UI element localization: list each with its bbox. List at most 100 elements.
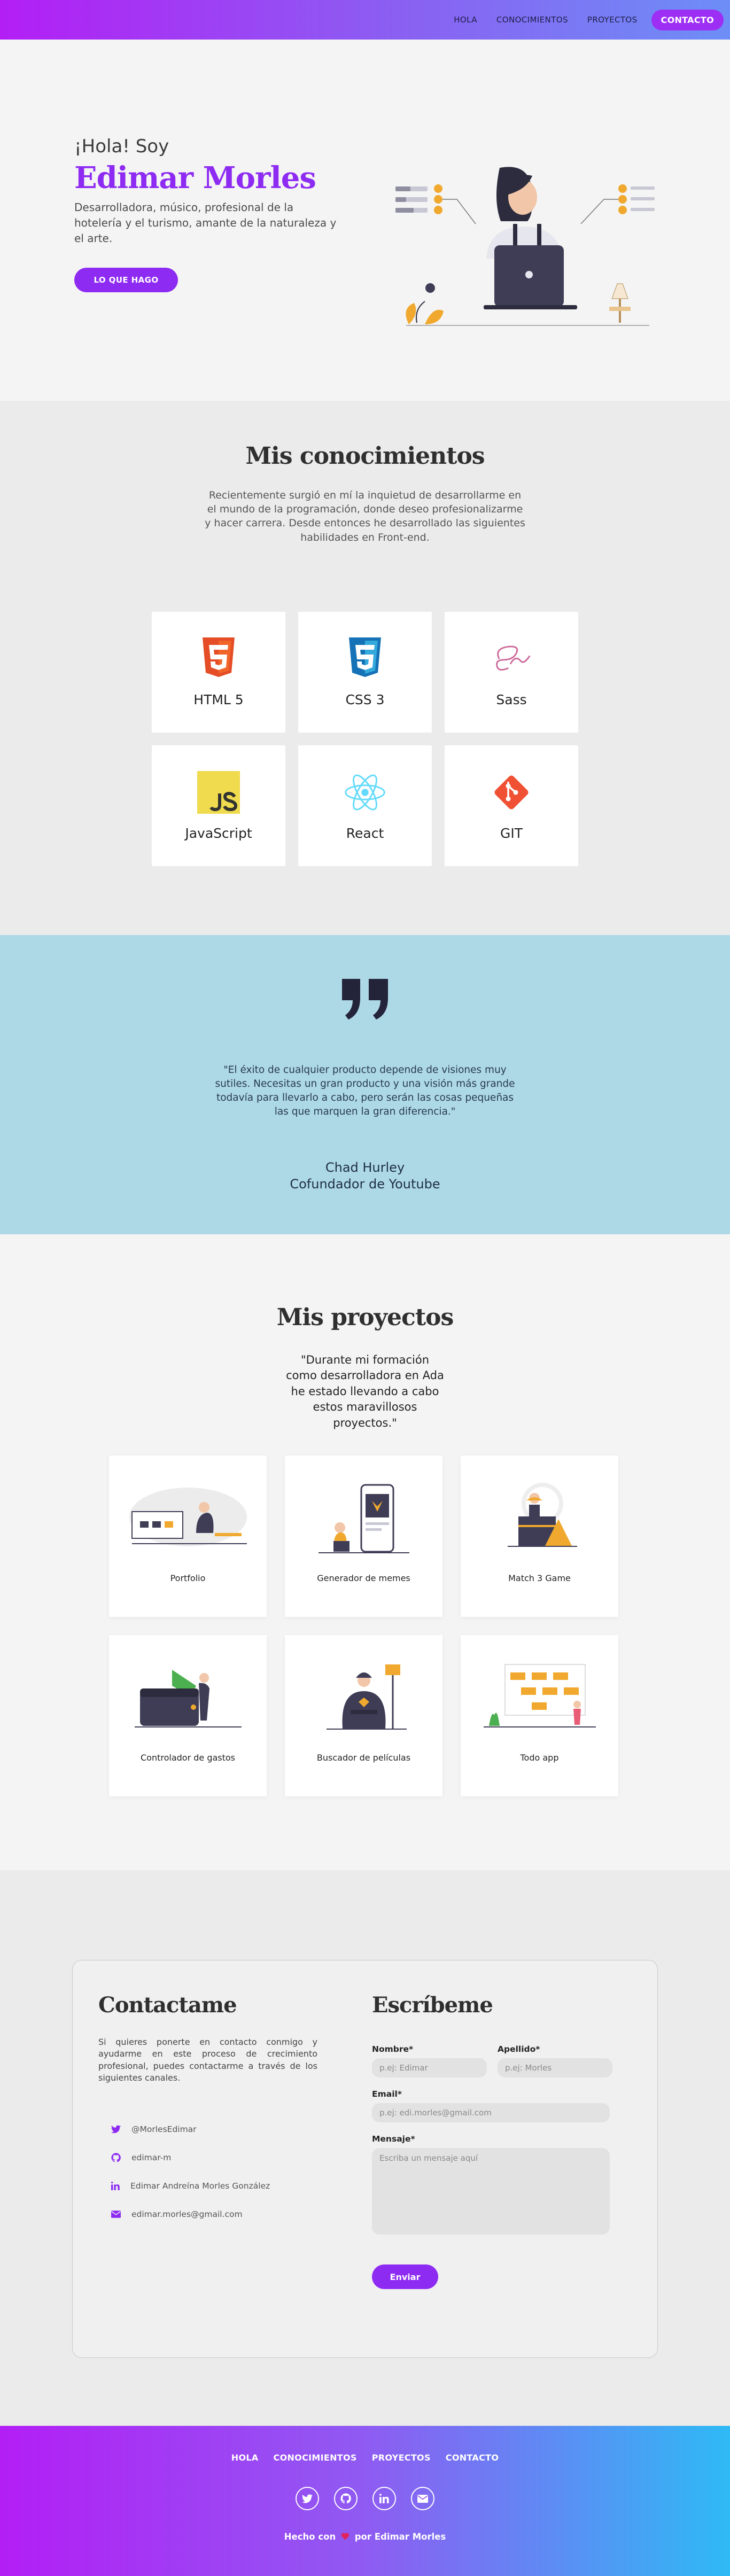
message-textarea[interactable] (372, 2148, 610, 2235)
linkedin-icon (379, 2494, 389, 2503)
heart-icon (341, 2533, 350, 2540)
quote-author: Chad Hurley Cofundador de Youtube (0, 1159, 730, 1193)
contact-link-twitter[interactable]: @MorlesEdimar (98, 2115, 317, 2144)
hero-section: ¡Hola! Soy Edimar Morles Desarrolladora,… (0, 40, 730, 401)
contact-link-linkedin[interactable]: Edimar Andreína Morles González (98, 2172, 317, 2200)
message-label: Mensaje* (372, 2134, 415, 2144)
footer-social (0, 2487, 730, 2510)
footer-email-button[interactable] (411, 2487, 434, 2510)
project-card-portfolio[interactable]: Portfolio (109, 1456, 267, 1617)
email-label: Email* (372, 2089, 402, 2099)
skill-card-html5: HTML 5 (152, 612, 285, 733)
quote-author-role: Cofundador de Youtube (290, 1177, 440, 1192)
project-card-match3[interactable]: Match 3 Game (461, 1456, 618, 1617)
email-icon (111, 2211, 121, 2218)
contact-form: Escríbeme Nombre* Apellido* Email* Mensa… (372, 1993, 612, 2289)
contact-info: Contactame Si quieres ponerte en contact… (98, 1993, 317, 2229)
footer-link-hola[interactable]: HOLA (231, 2453, 259, 2463)
last-name-label: Apellido* (498, 2044, 540, 2054)
portfolio-illustration (109, 1482, 267, 1557)
twitter-handle: @MorlesEdimar (131, 2124, 197, 2135)
what-i-do-button[interactable]: LO QUE HAGO (74, 268, 178, 292)
skills-section: Mis conocimientos Recientemente surgió e… (0, 401, 730, 935)
message-group: Mensaje* (372, 2134, 610, 2235)
contact-link-github[interactable]: edimar-m (98, 2144, 317, 2172)
hero-greeting: ¡Hola! Soy (74, 136, 169, 157)
hero-description: Desarrolladora, músico, profesional de l… (74, 201, 337, 245)
html5-icon (197, 637, 240, 680)
skill-label: GIT (500, 825, 523, 841)
projects-title: Mis proyectos (276, 1304, 454, 1331)
nav-link-proyectos[interactable]: PROYECTOS (587, 15, 638, 25)
projects-section: Mis proyectos "Durante mi formación como… (0, 1234, 730, 1870)
meme-generator-illustration (285, 1482, 442, 1557)
javascript-icon (197, 771, 240, 814)
movie-search-illustration (285, 1662, 442, 1737)
hero-text: ¡Hola! Soy Edimar Morles Desarrolladora,… (74, 136, 341, 292)
contact-title: Contactame (98, 1993, 237, 2018)
footer-twitter-button[interactable] (296, 2487, 319, 2510)
quote-author-name: Chad Hurley (325, 1160, 405, 1175)
project-label: Generador de memes (317, 1573, 410, 1583)
github-icon (111, 2153, 121, 2162)
quote-marks-icon (342, 979, 388, 1022)
email-address: edimar.morles@gmail.com (131, 2209, 243, 2220)
first-name-input[interactable] (372, 2058, 487, 2077)
project-card-expense-tracker[interactable]: Controlador de gastos (109, 1635, 267, 1796)
project-card-movie-search[interactable]: Buscador de películas (285, 1635, 442, 1796)
send-button[interactable]: Enviar (372, 2264, 438, 2289)
footer: HOLA CONOCIMIENTOS PROYECTOS CONTACTO He… (0, 2426, 730, 2576)
project-label: Controlador de gastos (140, 1753, 236, 1763)
first-name-group: Nombre* (372, 2044, 487, 2077)
footer-link-proyectos[interactable]: PROYECTOS (372, 2453, 431, 2463)
name-row: Nombre* Apellido* (372, 2044, 612, 2077)
nav-link-conocimientos[interactable]: CONOCIMIENTOS (496, 15, 568, 25)
contact-description: Si quieres ponerte en contacto conmigo y… (98, 2037, 317, 2083)
project-label: Buscador de películas (316, 1753, 411, 1763)
project-label: Portfolio (170, 1573, 206, 1583)
footer-link-conocimientos[interactable]: CONOCIMIENTOS (274, 2453, 357, 2463)
sass-icon (490, 637, 533, 680)
nav-link-hola[interactable]: HOLA (454, 15, 477, 25)
github-icon (340, 2493, 351, 2504)
quote-text: "El éxito de cualquier producto depende … (215, 1064, 515, 1117)
contact-link-email[interactable]: edimar.morles@gmail.com (98, 2200, 317, 2229)
hero-illustration (393, 165, 655, 341)
skill-label: JavaScript (185, 825, 252, 841)
top-navbar: HOLA CONOCIMIENTOS PROYECTOS CONTACTO (0, 0, 730, 40)
skill-card-javascript: JavaScript (152, 745, 285, 866)
contact-links: @MorlesEdimar edimar-m Edimar Andreína M… (98, 2115, 317, 2229)
contact-form-title: Escríbeme (372, 1993, 493, 2018)
expense-tracker-illustration (109, 1662, 267, 1737)
quote-section: "El éxito de cualquier producto depende … (0, 935, 730, 1234)
nav-links: HOLA CONOCIMIENTOS PROYECTOS (454, 15, 637, 25)
footer-link-contacto[interactable]: CONTACTO (446, 2453, 499, 2463)
email-input[interactable] (372, 2103, 610, 2122)
project-label: Todo app (520, 1753, 559, 1763)
footer-linkedin-button[interactable] (372, 2487, 396, 2510)
footer-credit-prefix: Hecho con (284, 2532, 336, 2542)
match3-illustration (461, 1482, 618, 1557)
css3-icon (344, 637, 386, 680)
skills-title: Mis conocimientos (245, 442, 485, 470)
twitter-icon (111, 2125, 121, 2134)
last-name-group: Apellido* (498, 2044, 612, 2077)
project-label: Match 3 Game (508, 1573, 571, 1583)
linkedin-name: Edimar Andreína Morles González (130, 2181, 270, 2191)
skill-card-react: React (298, 745, 432, 866)
skill-card-css3: CSS 3 (298, 612, 432, 733)
contact-card: Contactame Si quieres ponerte en contact… (72, 1960, 658, 2358)
skill-card-sass: Sass (445, 612, 578, 733)
react-icon (344, 771, 386, 814)
email-group: Email* (372, 2089, 610, 2122)
twitter-icon (302, 2494, 313, 2503)
email-icon (417, 2494, 428, 2503)
project-card-meme-generator[interactable]: Generador de memes (285, 1456, 442, 1617)
project-card-todo-app[interactable]: Todo app (461, 1635, 618, 1796)
footer-github-button[interactable] (334, 2487, 358, 2510)
skills-description: Recientemente surgió en mí la inquietud … (205, 489, 525, 543)
last-name-input[interactable] (498, 2058, 612, 2077)
projects-grid: Portfolio Generador de memes Match 3 Gam… (109, 1456, 618, 1796)
skill-label: HTML 5 (193, 691, 244, 707)
nav-contact-button[interactable]: CONTACTO (651, 9, 724, 30)
